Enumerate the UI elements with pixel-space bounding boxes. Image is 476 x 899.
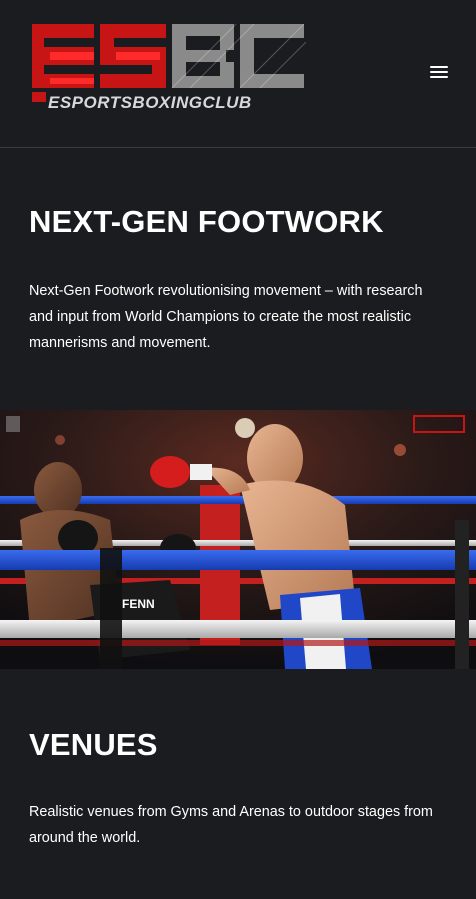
trunks-text: FENN [122,597,155,611]
section-venues: VENUES Realistic venues from Gyms and Ar… [0,669,476,851]
site-logo[interactable]: ESPORTSBOXINGCLUB [30,22,306,114]
hamburger-menu-icon [430,66,448,68]
section-title: VENUES [29,727,158,762]
section-title: NEXT-GEN FOOTWORK [29,204,384,239]
section-next-gen-footwork: NEXT-GEN FOOTWORK Next-Gen Footwork revo… [0,148,476,356]
section-body: Realistic venues from Gyms and Arenas to… [29,804,433,846]
hamburger-menu-icon-bar [430,76,448,78]
hamburger-menu-icon-bar [430,71,448,73]
section-body: Next-Gen Footwork revolutionising moveme… [29,283,423,351]
esbc-logo-icon: ESPORTSBOXINGCLUB [32,23,306,112]
menu-button[interactable] [422,55,456,89]
logo-tagline: ESPORTSBOXINGCLUB [48,93,252,112]
hero-image: FENN [0,410,476,669]
site-header: ESPORTSBOXINGCLUB [0,0,476,148]
boxing-match-image: FENN [0,410,476,669]
